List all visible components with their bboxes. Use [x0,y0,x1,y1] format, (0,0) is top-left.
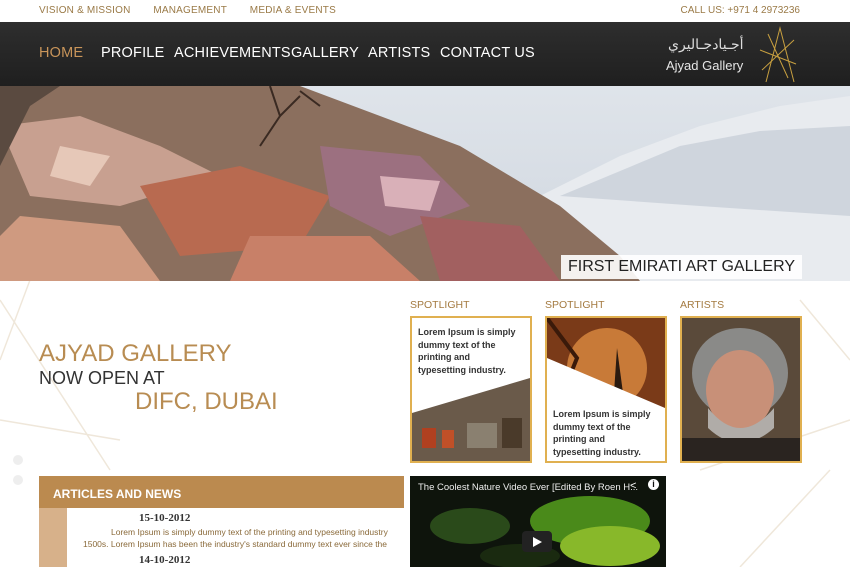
play-button[interactable] [522,531,552,552]
articles-title: ARTICLES AND NEWS [53,487,182,501]
card-label-spotlight-2: SPOTLIGHT [545,299,605,311]
top-bar: VISION & MISSION MANAGEMENT MEDIA & EVEN… [0,0,850,22]
nav-item-artists[interactable]: ARTISTS [368,45,430,61]
nav-item-achievements[interactable]: ACHIEVEMENTS [174,45,291,61]
tagline-gallery-name: AJYAD GALLERY [39,340,232,367]
gallery-logo[interactable]: أجـيادجـاليري Ajyad Gallery [658,24,798,84]
artist-photo [682,318,800,461]
spotlight-card-1[interactable]: Lorem Ipsum is simply dummy text of the … [410,316,532,463]
artist-card[interactable] [680,316,802,463]
tagline-now-open: NOW OPEN AT [39,368,165,388]
article-date-2: 14-10-2012 [139,554,191,566]
video-player[interactable]: The Coolest Nature Video Ever [Edited By… [410,476,666,567]
nav-item-gallery[interactable]: GALLERY [291,45,359,61]
logo-name: Ajyad Gallery [666,58,744,73]
articles-side-band [39,508,67,567]
logo-arabic-text: أجـيادجـاليري [668,36,744,52]
tagline-location: DIFC, DUBAI [135,388,278,415]
nav-item-home[interactable]: HOME [39,45,83,61]
hero-painting [0,86,850,281]
share-icon[interactable]: < [630,480,636,492]
card-label-spotlight-1: SPOTLIGHT [410,299,470,311]
articles-news-section: ARTICLES AND NEWS 15-10-2012 Lorem Ipsum… [39,476,404,567]
article-text-1b[interactable]: 1500s. Lorem Ipsum has been the industry… [83,539,387,549]
main-nav: HOME PROFILE ACHIEVEMENTS GALLERY ARTIST… [0,22,850,86]
articles-panel: 15-10-2012 Lorem Ipsum is simply dummy t… [67,508,404,567]
card-label-artists: ARTISTS [680,299,725,311]
video-title[interactable]: The Coolest Nature Video Ever [Edited By… [418,482,638,493]
top-link-management[interactable]: MANAGEMENT [153,5,227,16]
spotlight-card-2[interactable]: Lorem Ipsum is simply dummy text of the … [545,316,667,463]
hero-caption: FIRST EMIRATI ART GALLERY [560,255,802,279]
logo-star-icon [759,26,797,83]
nav-item-profile[interactable]: PROFILE [101,45,164,61]
spotlight-text-1: Lorem Ipsum is simply dummy text of the … [418,327,516,375]
article-text-1a[interactable]: Lorem Ipsum is simply dummy text of the … [111,527,388,537]
top-links: VISION & MISSION MANAGEMENT MEDIA & EVEN… [39,5,356,16]
info-icon[interactable]: i [648,479,659,490]
top-link-vision-mission[interactable]: VISION & MISSION [39,5,131,16]
hero-banner: FIRST EMIRATI ART GALLERY [0,86,850,281]
call-us-text: CALL US: +971 4 2973236 [680,5,800,16]
article-date-1: 15-10-2012 [139,512,191,524]
top-link-media-events[interactable]: MEDIA & EVENTS [250,5,336,16]
spotlight-text-2: Lorem Ipsum is simply dummy text of the … [553,409,651,457]
nav-item-contact-us[interactable]: CONTACT US [440,45,535,61]
